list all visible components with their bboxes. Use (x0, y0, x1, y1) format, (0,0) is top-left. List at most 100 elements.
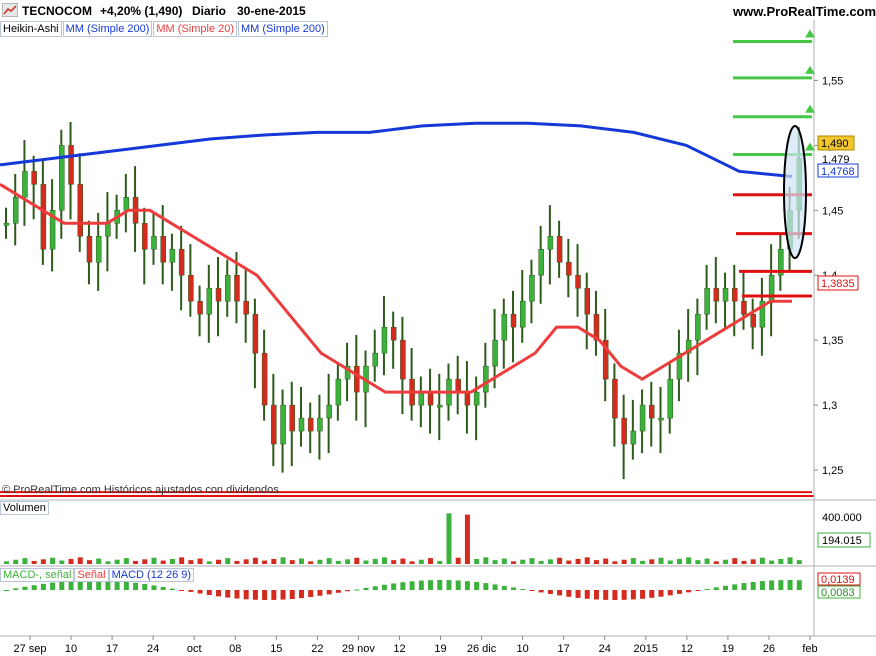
macd-histogram-bar (557, 590, 563, 596)
candle-body (713, 287, 720, 302)
period-label: Diario (192, 4, 227, 18)
volume-bar (492, 560, 498, 564)
candle-body (59, 145, 65, 211)
brand-link[interactable]: www.ProRealTime.com (733, 4, 876, 19)
candle-body (289, 404, 296, 432)
volume-bar (372, 558, 378, 564)
volume-bar (271, 558, 277, 564)
candle-body (722, 287, 729, 302)
macd-histogram-bar (649, 590, 655, 598)
candle-body (741, 300, 747, 315)
macd-panel-label: MACD-, señal Señal MACD (12 26 9) (0, 568, 195, 582)
candle-body (86, 236, 93, 263)
volume-label[interactable]: Volumen (0, 501, 49, 515)
macd-histogram-bar (409, 581, 415, 590)
candle-body (732, 287, 738, 302)
macd-histogram-bar (262, 590, 268, 600)
volume-bar (86, 560, 92, 564)
volume-bar (409, 561, 415, 564)
volume-bar (216, 559, 222, 564)
candle-body (354, 365, 360, 393)
candle-body (22, 171, 28, 198)
candle-body (178, 249, 185, 276)
price-tick-label: 1,25 (822, 465, 843, 477)
candle-body (566, 261, 572, 276)
candle-body (612, 378, 618, 419)
candle-body (538, 249, 544, 276)
x-tick-label: oct (187, 643, 202, 655)
price-tick-label: 1,45 (822, 205, 843, 217)
candle-body (695, 313, 701, 341)
macd-histogram-bar (345, 590, 351, 592)
x-tick-label: 17 (106, 643, 118, 655)
macd-histogram-bar (547, 590, 553, 594)
copyright-note: © ProRealTime.com Históricos ajustados c… (2, 484, 279, 496)
macd-histogram-bar (796, 580, 802, 590)
candle-body (151, 236, 157, 250)
candle-body (519, 300, 526, 328)
macd-histogram-bar (446, 580, 452, 590)
macd-histogram-bar (225, 590, 231, 598)
macd-histogram-bar (298, 590, 304, 599)
candle-body (12, 197, 19, 224)
volume-bar (511, 561, 517, 564)
volume-bar (557, 557, 563, 564)
candle-body (556, 236, 563, 263)
candle-body (639, 404, 646, 432)
candle-body (704, 287, 710, 315)
volume-bar (428, 558, 434, 564)
volume-bar (123, 558, 129, 564)
x-tick-label: 19 (434, 643, 446, 655)
x-tick-label: 2015 (634, 643, 658, 655)
volume-bar (418, 559, 424, 564)
ellipse-annotation (783, 125, 807, 259)
candle-body (271, 404, 277, 445)
candle-body (298, 417, 305, 432)
indicator-ma200-b[interactable]: MM (Simple 200) (238, 21, 328, 37)
macd-line-label[interactable]: MACD (12 26 9) (108, 568, 195, 582)
x-tick-label: 26 (763, 643, 775, 655)
candle-body (234, 274, 240, 302)
macd-histogram-bar (381, 584, 387, 590)
macd-histogram-bar (418, 580, 424, 590)
macd-histogram-bar (759, 581, 765, 590)
volume-bar (243, 559, 249, 564)
volume-bar (225, 558, 231, 564)
volume-bar (796, 560, 802, 564)
volume-bar (179, 557, 185, 564)
volume-bar (750, 559, 756, 564)
macd-histogram-bar (778, 580, 784, 590)
macd-histogram-bar (428, 580, 434, 590)
indicator-heikin-ashi[interactable]: Heikin-Ashi (0, 21, 62, 37)
macd-hist-label[interactable]: MACD-, señal (0, 568, 75, 582)
candle-body (400, 339, 406, 380)
volume-bar (391, 560, 397, 564)
volume-bar (520, 559, 526, 564)
volume-bar (206, 561, 212, 564)
volume-bar (234, 560, 240, 564)
candle-body (372, 352, 378, 367)
volume-bar (50, 557, 56, 564)
candle-body (307, 417, 314, 432)
indicator-ma20[interactable]: MM (Simple 20) (153, 21, 238, 37)
candle-body (215, 287, 222, 302)
macd-histogram-bar (658, 590, 664, 597)
indicator-ma200-a[interactable]: MM (Simple 200) (62, 21, 153, 37)
macd-histogram-bar (566, 590, 572, 597)
volume-bar (686, 557, 692, 564)
macd-histogram-bar (188, 590, 194, 592)
volume-bar (68, 558, 74, 564)
macd-histogram-bar (511, 587, 517, 590)
volume-bar (13, 559, 19, 564)
macd-histogram-bar (40, 583, 46, 590)
volume-bar (704, 558, 710, 564)
candle-body (667, 378, 673, 419)
price-change: +4,20% (1,490) (100, 4, 183, 18)
macd-signal-value: 0,0139 (821, 574, 855, 586)
macd-histogram-bar (713, 587, 719, 590)
macd-histogram-bar (750, 581, 756, 590)
macd-signal-label[interactable]: Señal (74, 568, 109, 582)
macd-histogram-bar (133, 582, 139, 590)
x-tick-label: 29 nov (342, 643, 376, 655)
candle-body (169, 249, 176, 263)
